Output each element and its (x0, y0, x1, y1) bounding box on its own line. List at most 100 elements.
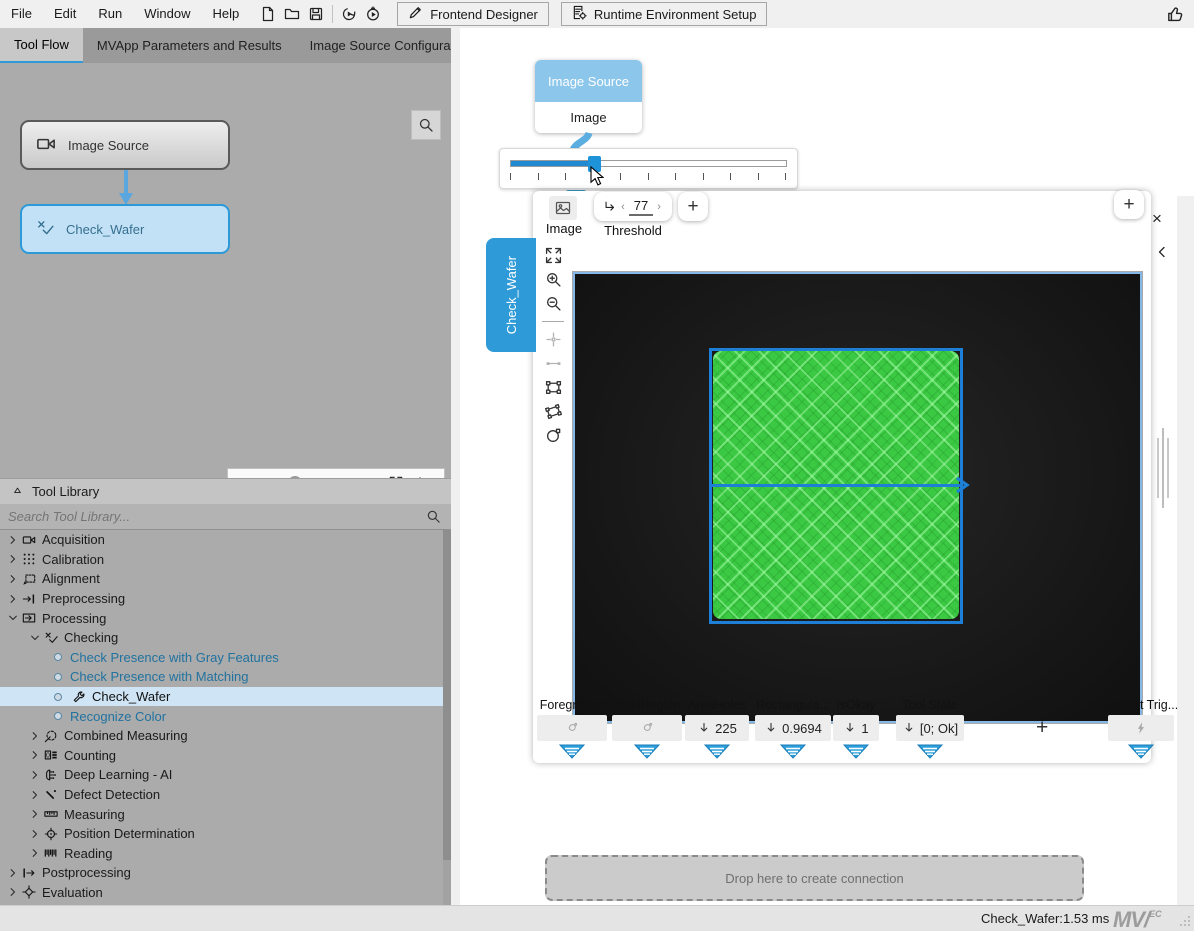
tree-item-postprocessing[interactable]: Postprocessing (0, 863, 443, 883)
close-icon[interactable]: × (1152, 211, 1162, 227)
tree-item-evaluation[interactable]: Evaluation (0, 883, 443, 903)
roi-rectangle-top[interactable] (709, 348, 963, 487)
menu-file[interactable]: File (0, 0, 43, 28)
chevron-right-icon[interactable] (28, 749, 42, 761)
tree-item-preprocessing[interactable]: Preprocessing (0, 589, 443, 609)
vertical-splitter-grip[interactable] (1157, 428, 1173, 508)
flow-search-button[interactable] (411, 110, 441, 140)
menu-help[interactable]: Help (201, 0, 250, 28)
window-resize-grip[interactable] (1180, 916, 1192, 928)
tree-item-checking[interactable]: Checking (0, 628, 443, 648)
result-value-chip[interactable] (612, 715, 682, 741)
tree-item-check-wafer[interactable]: Check_Wafer (0, 687, 443, 707)
segment-tool-icon[interactable] (545, 355, 562, 372)
tree-item-acquisition[interactable]: Acquisition (0, 530, 443, 550)
chevron-right-icon[interactable] (28, 808, 42, 820)
chevron-right-icon[interactable] (6, 886, 20, 898)
tree-item-deep-learning-ai[interactable]: Deep Learning - AI (0, 765, 443, 785)
chevron-down-icon[interactable] (28, 632, 42, 644)
tool-library-search-input[interactable] (0, 508, 426, 525)
frontend-designer-button[interactable]: Frontend Designer (397, 2, 549, 26)
add-result-button[interactable]: + (1036, 718, 1048, 738)
flow-node-image-source[interactable]: Image Source (20, 120, 230, 170)
threshold-increment-button[interactable]: › (655, 201, 663, 213)
result-value-chip[interactable]: [0; Ok] (896, 715, 964, 741)
image-display[interactable] (572, 271, 1143, 724)
chevron-down-icon[interactable] (6, 612, 20, 624)
add-view-button[interactable]: + (1114, 190, 1144, 219)
run-loop-icon[interactable] (361, 2, 385, 26)
threshold-decrement-button[interactable]: ‹ (619, 201, 627, 213)
point-tool-icon[interactable] (545, 331, 562, 348)
thumb-up-icon[interactable] (1166, 5, 1184, 23)
connection-funnel-icon[interactable] (843, 744, 869, 759)
tree-item-recognize-color[interactable]: Recognize Color (0, 706, 443, 726)
tree-item-position-determination[interactable]: Position Determination (0, 824, 443, 844)
collapse-panel-chevron-icon[interactable] (1154, 244, 1170, 260)
tool-library-scrollbar[interactable] (443, 530, 451, 905)
zoom-in-icon[interactable] (545, 271, 562, 288)
tree-item-check-presence-with-matching[interactable]: Check Presence with Matching (0, 667, 443, 687)
menu-window[interactable]: Window (133, 0, 201, 28)
image-source-node-header[interactable]: Image Source (535, 60, 642, 102)
result-value-chip[interactable] (537, 715, 607, 741)
drop-connection-zone[interactable]: Drop here to create connection (545, 855, 1084, 901)
chevron-right-icon[interactable] (28, 847, 42, 859)
chevron-right-icon[interactable] (6, 553, 20, 565)
threshold-value[interactable]: 77 (629, 197, 653, 216)
connection-funnel-icon[interactable] (1128, 744, 1154, 759)
rect-roi-icon[interactable] (545, 379, 562, 396)
tool-flow-canvas[interactable]: Image Source Check_Wafer 100% (0, 63, 451, 506)
chevron-right-icon[interactable] (6, 593, 20, 605)
tree-item-check-presence-with-gray-features[interactable]: Check Presence with Gray Features (0, 648, 443, 668)
connection-funnel-icon[interactable] (917, 744, 943, 759)
scrollbar-thumb[interactable] (443, 530, 451, 860)
circle-roi-icon[interactable] (545, 427, 562, 444)
flow-node-check-wafer[interactable]: Check_Wafer (20, 204, 230, 254)
chevron-right-icon[interactable] (28, 769, 42, 781)
chevron-right-icon[interactable] (28, 730, 42, 742)
result-value-chip[interactable]: 225 (685, 715, 749, 741)
menu-run[interactable]: Run (87, 0, 133, 28)
fit-view-icon[interactable] (545, 247, 562, 264)
tab-tool-flow[interactable]: Tool Flow (0, 28, 83, 63)
tree-item-alignment[interactable]: Alignment (0, 569, 443, 589)
result-value-chip[interactable]: 0.9694 (755, 715, 831, 741)
result-value-chip[interactable] (1108, 715, 1174, 741)
connection-funnel-icon[interactable] (634, 744, 660, 759)
tab-mvapp-parameters-and-results[interactable]: MVApp Parameters and Results (83, 28, 296, 63)
image-view-icon[interactable] (549, 196, 577, 220)
chevron-right-icon[interactable] (6, 867, 20, 879)
image-source-output-port[interactable]: Image (535, 102, 642, 133)
zoom-out-icon[interactable] (545, 295, 562, 312)
add-parameter-button[interactable]: + (678, 192, 708, 221)
chevron-right-icon[interactable] (6, 573, 20, 585)
tree-item-processing[interactable]: Processing (0, 608, 443, 628)
tree-item-counting[interactable]: 0Counting (0, 746, 443, 766)
chevron-right-icon[interactable] (28, 789, 42, 801)
chevron-right-icon[interactable] (28, 828, 42, 840)
connection-funnel-icon[interactable] (780, 744, 806, 759)
tree-item-reading[interactable]: Reading (0, 844, 443, 864)
run-once-icon[interactable] (337, 2, 361, 26)
new-file-icon[interactable] (256, 2, 280, 26)
connection-funnel-icon[interactable] (704, 744, 730, 759)
result-value-chip[interactable]: 1 (833, 715, 879, 741)
adjust-parameter-icon[interactable] (603, 200, 617, 214)
tool-library-header[interactable]: Tool Library (0, 478, 451, 504)
open-folder-icon[interactable] (280, 2, 304, 26)
connection-funnel-icon[interactable] (559, 744, 585, 759)
check-wafer-vertical-tab[interactable]: Check_Wafer (486, 238, 536, 352)
image-selector-track[interactable] (510, 160, 787, 167)
rotrect-roi-icon[interactable] (545, 403, 562, 420)
menu-edit[interactable]: Edit (43, 0, 87, 28)
tree-item-calibration[interactable]: Calibration (0, 550, 443, 570)
tree-item-combined-measuring[interactable]: Combined Measuring (0, 726, 443, 746)
tree-item-defect-detection[interactable]: Defect Detection (0, 785, 443, 805)
runtime-environment-setup-button[interactable]: Runtime Environment Setup (561, 2, 768, 26)
image-source-node-card[interactable]: Image Source Image (535, 60, 642, 133)
panel-splitter[interactable] (451, 28, 460, 905)
save-icon[interactable] (304, 2, 328, 26)
chevron-right-icon[interactable] (6, 534, 20, 546)
tree-item-measuring[interactable]: Measuring (0, 804, 443, 824)
